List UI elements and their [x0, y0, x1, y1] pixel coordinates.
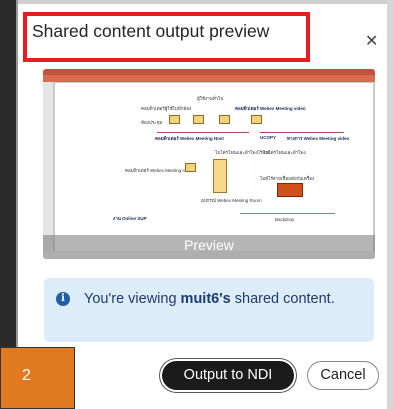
- info-banner: i You're viewing muit6's shared content.: [44, 278, 374, 342]
- preview-slide-thumbnails: [43, 82, 53, 251]
- step-number-badge: 2: [0, 347, 75, 409]
- preview-label: Preview: [184, 237, 234, 253]
- preview-app-ribbon: [43, 75, 375, 82]
- slide-text: คอมพิวเตอร์ Webex Meeting Host: [125, 168, 192, 173]
- slide-text: ไมโครโฟนและลำโพง: [263, 150, 306, 155]
- slide-divider: [260, 132, 344, 133]
- slide-text: อุปกรณ์ Webex Meeting Room: [201, 198, 262, 203]
- slide-divider: [240, 213, 335, 214]
- output-to-ndi-button[interactable]: Output to NDI: [162, 361, 294, 390]
- close-icon[interactable]: ✕: [365, 34, 378, 50]
- slide-text: คอมพิวเตอร์ผู้ใช้ไม่มีกล้อง: [141, 106, 192, 111]
- camera-device: [193, 115, 204, 124]
- shared-user-name: muit6's: [180, 291, 231, 307]
- slide-text: Backdrop: [275, 217, 295, 222]
- slide-text: UCOPY: [260, 135, 277, 140]
- dialog-title: Shared content output preview: [32, 21, 270, 41]
- camera-device: [219, 115, 230, 124]
- background-window-right: [387, 0, 393, 409]
- slide-text: ผู้ใช้งานทั่วไป: [197, 96, 224, 101]
- slide-text: ไมโครโฟนและลำโพงไร้สาย: [215, 150, 271, 155]
- laptop-device: [185, 163, 196, 172]
- slide-text: งาน Online SUP: [113, 216, 147, 221]
- cancel-button[interactable]: Cancel: [307, 361, 379, 390]
- info-message: You're viewing muit6's shared content.: [84, 289, 354, 310]
- slide-text: คอมพิวเตอร์ Webex Meeting video: [235, 106, 306, 111]
- info-prefix: You're viewing: [84, 291, 177, 307]
- info-icon: i: [56, 292, 70, 306]
- preview-slide: ผู้ใช้งานทั่วไป คอมพิวเตอร์ผู้ใช้ไม่มีกล…: [55, 83, 373, 251]
- slide-text: ห้องประชุม: [141, 120, 163, 125]
- info-suffix: shared content.: [234, 291, 335, 307]
- slide-text: ทางการ Webex Meeting video: [287, 136, 350, 141]
- output-preview-dialog: Shared content output preview ✕ ผู้ใช้งา…: [0, 4, 387, 409]
- shared-content-preview: ผู้ใช้งานทั่วไป คอมพิวเตอร์ผู้ใช้ไม่มีกล…: [43, 69, 375, 259]
- slide-text: คอมพิวเตอร์ Webex Meeting Host: [155, 136, 224, 141]
- slide-divider: [157, 132, 249, 133]
- slide-text: ไมค์ไร้สายเชื่อมต่อกับเครื่อง: [260, 176, 315, 181]
- wireless-mic-device: [277, 183, 303, 197]
- camera-device: [169, 115, 180, 124]
- camera-device: [251, 115, 262, 124]
- step-number: 2: [22, 367, 31, 384]
- speaker-device: [213, 159, 227, 193]
